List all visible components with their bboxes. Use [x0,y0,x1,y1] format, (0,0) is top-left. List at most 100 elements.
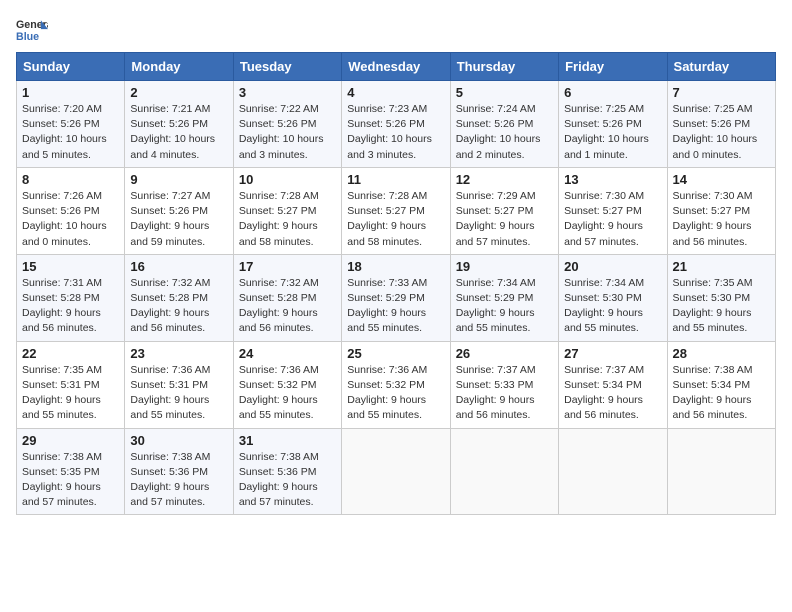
day-number: 28 [673,346,770,361]
day-number: 13 [564,172,661,187]
day-number: 5 [456,85,553,100]
calendar-cell: 18 Sunrise: 7:33 AM Sunset: 5:29 PM Dayl… [342,254,450,341]
calendar-cell: 29 Sunrise: 7:38 AM Sunset: 5:35 PM Dayl… [17,428,125,515]
day-number: 1 [22,85,119,100]
calendar-cell: 28 Sunrise: 7:38 AM Sunset: 5:34 PM Dayl… [667,341,775,428]
day-number: 15 [22,259,119,274]
calendar-cell: 5 Sunrise: 7:24 AM Sunset: 5:26 PM Dayli… [450,81,558,168]
calendar-cell [667,428,775,515]
calendar-cell: 9 Sunrise: 7:27 AM Sunset: 5:26 PM Dayli… [125,167,233,254]
calendar-cell [450,428,558,515]
calendar-cell: 1 Sunrise: 7:20 AM Sunset: 5:26 PM Dayli… [17,81,125,168]
day-info: Sunrise: 7:37 AM Sunset: 5:33 PM Dayligh… [456,363,553,424]
day-info: Sunrise: 7:33 AM Sunset: 5:29 PM Dayligh… [347,276,444,337]
day-number: 4 [347,85,444,100]
day-number: 8 [22,172,119,187]
calendar-cell: 8 Sunrise: 7:26 AM Sunset: 5:26 PM Dayli… [17,167,125,254]
calendar-cell: 26 Sunrise: 7:37 AM Sunset: 5:33 PM Dayl… [450,341,558,428]
calendar-cell: 20 Sunrise: 7:34 AM Sunset: 5:30 PM Dayl… [559,254,667,341]
logo-icon: General Blue [16,16,48,44]
day-info: Sunrise: 7:31 AM Sunset: 5:28 PM Dayligh… [22,276,119,337]
day-info: Sunrise: 7:32 AM Sunset: 5:28 PM Dayligh… [239,276,336,337]
day-number: 31 [239,433,336,448]
weekday-header: Monday [125,53,233,81]
day-number: 9 [130,172,227,187]
day-number: 17 [239,259,336,274]
calendar-cell [342,428,450,515]
day-number: 14 [673,172,770,187]
day-info: Sunrise: 7:38 AM Sunset: 5:35 PM Dayligh… [22,450,119,511]
day-info: Sunrise: 7:24 AM Sunset: 5:26 PM Dayligh… [456,102,553,163]
day-info: Sunrise: 7:25 AM Sunset: 5:26 PM Dayligh… [673,102,770,163]
calendar-week-row: 1 Sunrise: 7:20 AM Sunset: 5:26 PM Dayli… [17,81,776,168]
day-number: 16 [130,259,227,274]
day-number: 7 [673,85,770,100]
day-number: 10 [239,172,336,187]
day-info: Sunrise: 7:36 AM Sunset: 5:31 PM Dayligh… [130,363,227,424]
page-header: General Blue [16,16,776,44]
day-number: 27 [564,346,661,361]
calendar-cell: 25 Sunrise: 7:36 AM Sunset: 5:32 PM Dayl… [342,341,450,428]
weekday-header: Sunday [17,53,125,81]
day-number: 12 [456,172,553,187]
calendar-cell: 12 Sunrise: 7:29 AM Sunset: 5:27 PM Dayl… [450,167,558,254]
calendar-cell: 23 Sunrise: 7:36 AM Sunset: 5:31 PM Dayl… [125,341,233,428]
day-info: Sunrise: 7:28 AM Sunset: 5:27 PM Dayligh… [239,189,336,250]
day-info: Sunrise: 7:38 AM Sunset: 5:36 PM Dayligh… [239,450,336,511]
svg-text:Blue: Blue [16,31,39,43]
day-info: Sunrise: 7:30 AM Sunset: 5:27 PM Dayligh… [564,189,661,250]
calendar-cell: 21 Sunrise: 7:35 AM Sunset: 5:30 PM Dayl… [667,254,775,341]
day-info: Sunrise: 7:30 AM Sunset: 5:27 PM Dayligh… [673,189,770,250]
calendar-cell: 19 Sunrise: 7:34 AM Sunset: 5:29 PM Dayl… [450,254,558,341]
day-number: 24 [239,346,336,361]
calendar-cell: 3 Sunrise: 7:22 AM Sunset: 5:26 PM Dayli… [233,81,341,168]
day-info: Sunrise: 7:37 AM Sunset: 5:34 PM Dayligh… [564,363,661,424]
day-info: Sunrise: 7:38 AM Sunset: 5:34 PM Dayligh… [673,363,770,424]
calendar-cell: 7 Sunrise: 7:25 AM Sunset: 5:26 PM Dayli… [667,81,775,168]
calendar-week-row: 29 Sunrise: 7:38 AM Sunset: 5:35 PM Dayl… [17,428,776,515]
day-info: Sunrise: 7:36 AM Sunset: 5:32 PM Dayligh… [347,363,444,424]
calendar-cell: 13 Sunrise: 7:30 AM Sunset: 5:27 PM Dayl… [559,167,667,254]
day-number: 6 [564,85,661,100]
day-info: Sunrise: 7:34 AM Sunset: 5:29 PM Dayligh… [456,276,553,337]
calendar-cell: 16 Sunrise: 7:32 AM Sunset: 5:28 PM Dayl… [125,254,233,341]
calendar-cell: 4 Sunrise: 7:23 AM Sunset: 5:26 PM Dayli… [342,81,450,168]
day-number: 20 [564,259,661,274]
calendar-cell: 22 Sunrise: 7:35 AM Sunset: 5:31 PM Dayl… [17,341,125,428]
day-number: 25 [347,346,444,361]
calendar-week-row: 8 Sunrise: 7:26 AM Sunset: 5:26 PM Dayli… [17,167,776,254]
calendar-cell: 24 Sunrise: 7:36 AM Sunset: 5:32 PM Dayl… [233,341,341,428]
day-number: 11 [347,172,444,187]
calendar-cell: 17 Sunrise: 7:32 AM Sunset: 5:28 PM Dayl… [233,254,341,341]
day-info: Sunrise: 7:25 AM Sunset: 5:26 PM Dayligh… [564,102,661,163]
day-info: Sunrise: 7:26 AM Sunset: 5:26 PM Dayligh… [22,189,119,250]
day-number: 18 [347,259,444,274]
day-number: 19 [456,259,553,274]
day-number: 29 [22,433,119,448]
weekday-header: Wednesday [342,53,450,81]
calendar-cell: 10 Sunrise: 7:28 AM Sunset: 5:27 PM Dayl… [233,167,341,254]
day-info: Sunrise: 7:38 AM Sunset: 5:36 PM Dayligh… [130,450,227,511]
calendar-cell: 27 Sunrise: 7:37 AM Sunset: 5:34 PM Dayl… [559,341,667,428]
day-info: Sunrise: 7:23 AM Sunset: 5:26 PM Dayligh… [347,102,444,163]
day-info: Sunrise: 7:35 AM Sunset: 5:31 PM Dayligh… [22,363,119,424]
calendar-cell: 30 Sunrise: 7:38 AM Sunset: 5:36 PM Dayl… [125,428,233,515]
calendar-table: SundayMondayTuesdayWednesdayThursdayFrid… [16,52,776,515]
day-info: Sunrise: 7:36 AM Sunset: 5:32 PM Dayligh… [239,363,336,424]
day-number: 30 [130,433,227,448]
calendar-week-row: 22 Sunrise: 7:35 AM Sunset: 5:31 PM Dayl… [17,341,776,428]
weekday-header: Tuesday [233,53,341,81]
calendar-cell: 31 Sunrise: 7:38 AM Sunset: 5:36 PM Dayl… [233,428,341,515]
calendar-cell: 11 Sunrise: 7:28 AM Sunset: 5:27 PM Dayl… [342,167,450,254]
calendar-cell: 15 Sunrise: 7:31 AM Sunset: 5:28 PM Dayl… [17,254,125,341]
day-info: Sunrise: 7:35 AM Sunset: 5:30 PM Dayligh… [673,276,770,337]
day-info: Sunrise: 7:29 AM Sunset: 5:27 PM Dayligh… [456,189,553,250]
day-info: Sunrise: 7:22 AM Sunset: 5:26 PM Dayligh… [239,102,336,163]
day-info: Sunrise: 7:28 AM Sunset: 5:27 PM Dayligh… [347,189,444,250]
calendar-week-row: 15 Sunrise: 7:31 AM Sunset: 5:28 PM Dayl… [17,254,776,341]
day-info: Sunrise: 7:34 AM Sunset: 5:30 PM Dayligh… [564,276,661,337]
day-number: 23 [130,346,227,361]
day-number: 22 [22,346,119,361]
logo: General Blue [16,16,48,44]
calendar-cell: 2 Sunrise: 7:21 AM Sunset: 5:26 PM Dayli… [125,81,233,168]
